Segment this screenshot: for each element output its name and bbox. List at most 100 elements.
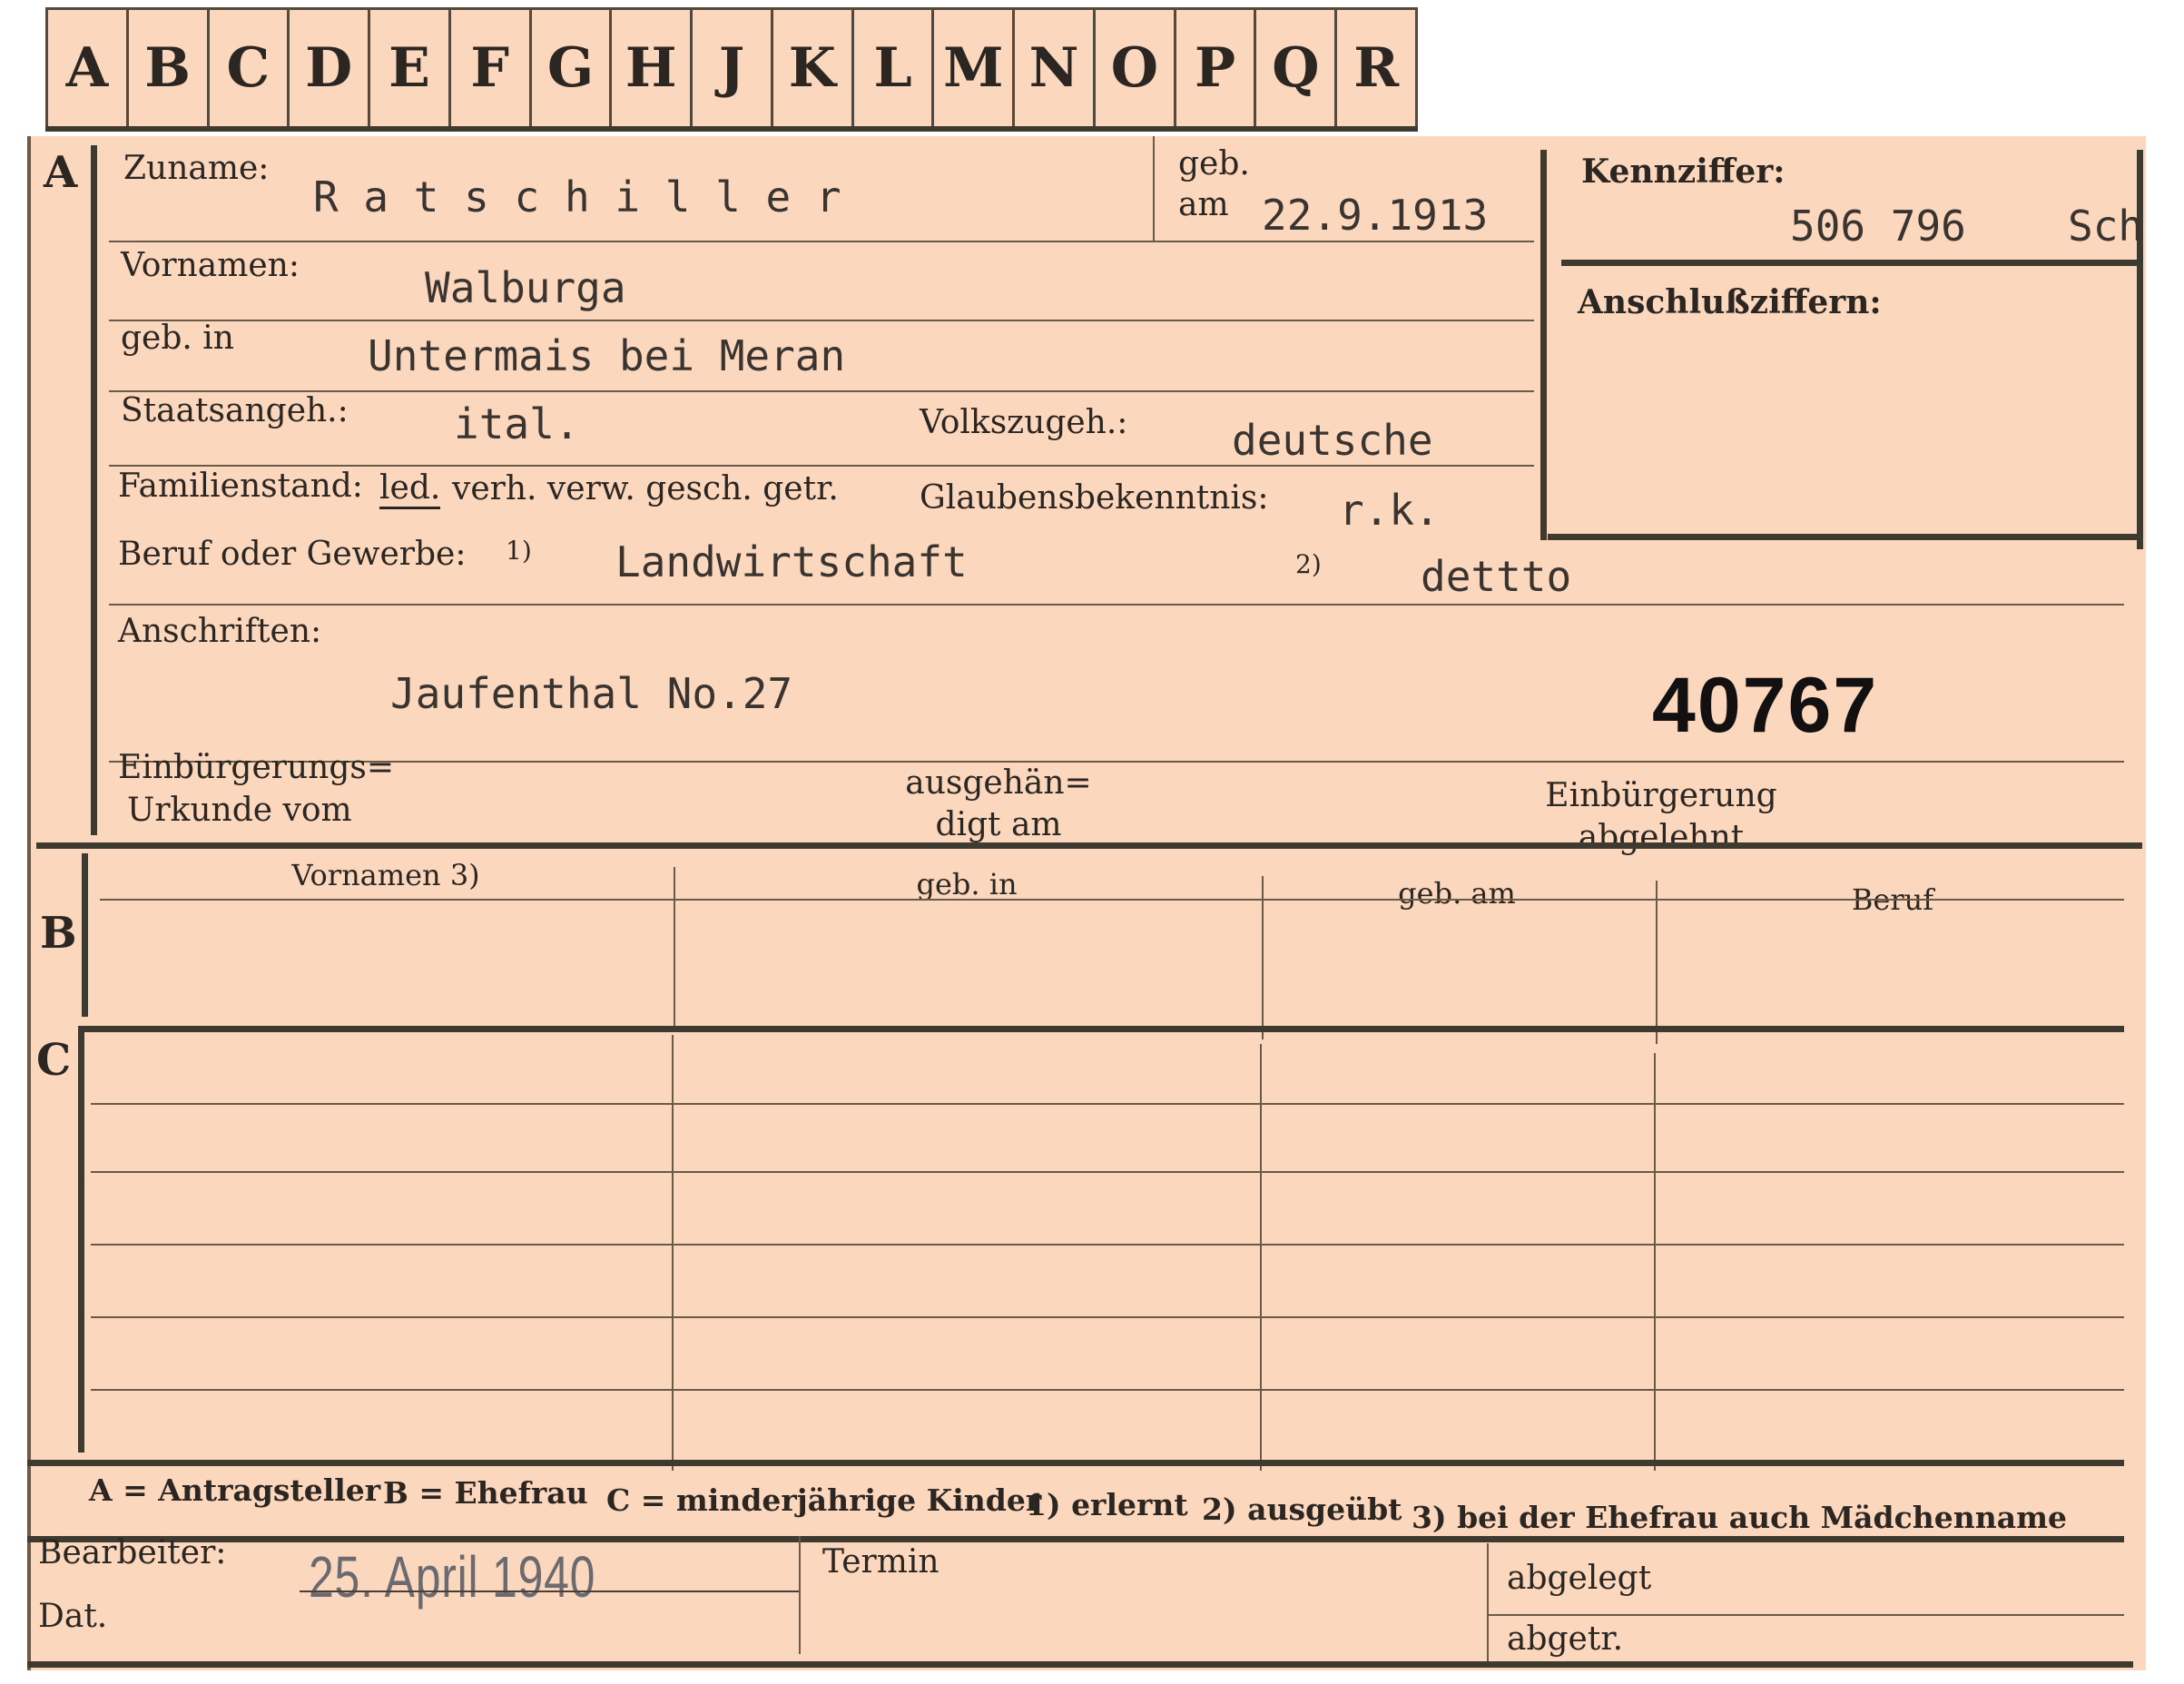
termin-label: Termin: [822, 1543, 940, 1581]
geb-in-label: geb. in: [121, 320, 234, 357]
staatsangeh-label: Staatsangeh.:: [121, 392, 349, 429]
geb-label: geb.: [1178, 145, 1250, 182]
legend-note-2: 2) ausgeübt: [1202, 1492, 1402, 1527]
kennziffer-value: 506 796: [1790, 202, 1966, 251]
section-b-marker: B: [40, 908, 77, 959]
familienstand-label: Familienstand:: [118, 468, 363, 505]
alphabet-tab-m: M: [934, 10, 1016, 126]
rule-section-a-end: [36, 842, 2142, 849]
row-c-3: [91, 1244, 2124, 1246]
date-stamp: 25. April 1940: [309, 1544, 596, 1610]
vornamen-value: Walburga: [425, 263, 626, 312]
rule-kennziffer-bottom: [1548, 534, 2140, 540]
rule-section-b-end: [82, 1026, 2124, 1032]
header-vornamen: Vornamen 3): [291, 858, 480, 892]
row-c-1: [91, 1103, 2124, 1105]
einbuergerung-label-2: Urkunde vom: [127, 792, 352, 829]
zuname-label: Zuname:: [123, 150, 270, 187]
zuname-value: R a t s c h i l l e r: [313, 172, 841, 222]
anschriften-label: Anschriften:: [118, 613, 322, 650]
alphabet-tab-o: O: [1096, 10, 1176, 126]
staatsangeh-value: ital.: [454, 399, 580, 448]
frame-left-b: [82, 853, 88, 1017]
alphabet-tab-c: C: [210, 10, 290, 126]
section-a-marker: A: [44, 147, 78, 198]
section-c-marker: C: [36, 1035, 72, 1086]
legend-note-3: 3) bei der Ehefrau auch Mädchenname: [1412, 1500, 2067, 1535]
ausgehaendigt-label-1: ausgehän=: [905, 764, 1092, 802]
row-c-5: [91, 1389, 2124, 1391]
header-geb-in: geb. in: [916, 867, 1018, 901]
alphabet-tab-q: Q: [1256, 10, 1338, 126]
legend-c: C = minderjährige Kinder: [606, 1482, 1042, 1518]
bearbeiter-label: Bearbeiter:: [38, 1534, 227, 1571]
alphabet-tab-p: P: [1176, 10, 1257, 126]
alphabet-tab-r: R: [1337, 10, 1419, 126]
geb-am-value: 22.9.1913: [1262, 191, 1489, 240]
rule-beruf: [109, 604, 2124, 606]
am-label: am: [1178, 186, 1229, 223]
anschrift-value: Jaufenthal No.27: [390, 669, 793, 718]
abgetr-label: abgetr.: [1507, 1620, 1624, 1658]
alphabet-tab-d: D: [290, 10, 371, 126]
dat-label: Dat.: [38, 1598, 108, 1635]
legend-note-1: 1) erlernt: [1026, 1487, 1188, 1522]
volkszugeh-value: deutsche: [1232, 416, 1433, 465]
rule-card-bottom: [27, 1661, 2133, 1668]
kennziffer-box-left: [1540, 150, 1547, 540]
alphabet-tab-f: F: [451, 10, 532, 126]
col-c-1: [672, 1035, 674, 1471]
abgelehnt-label-2: abgelehnt: [1578, 819, 1745, 856]
aktenzahl-stamp: 40767: [1652, 662, 1879, 749]
alphabet-tab-e: E: [370, 10, 451, 126]
volkszugeh-label: Volkszugeh.:: [920, 404, 1128, 441]
alphabet-tab-a: A: [45, 10, 129, 126]
rule-staatsangeh: [109, 465, 1534, 467]
rule-legend: [27, 1536, 2124, 1542]
kennziffer-suffix: Sch: [2068, 202, 2144, 251]
alphabet-tab-g: G: [532, 10, 613, 126]
col-c-3: [1654, 1053, 1656, 1471]
frame-left-c: [78, 1026, 84, 1453]
rule-anschriften: [109, 761, 2124, 763]
kennziffer-label: Kennziffer:: [1581, 153, 1786, 191]
beruf-note-2: 2): [1295, 549, 1322, 579]
rule-abgelegt: [1489, 1614, 2124, 1616]
einbuergerung-label-1: Einbürgerungs=: [118, 749, 395, 786]
rule-vornamen: [109, 320, 1534, 321]
row-c-4: [91, 1316, 2124, 1318]
alphabet-tab-n: N: [1015, 10, 1096, 126]
frame-left-a: [91, 145, 97, 835]
col-c-2: [1260, 1044, 1262, 1471]
geb-divider: [1153, 136, 1155, 241]
header-geb-am: geb. am: [1398, 876, 1516, 911]
familienstand-led: led.: [379, 470, 441, 509]
alphabet-tab-k: K: [773, 10, 854, 126]
beruf-erlernt-value: Landwirtschaft: [615, 537, 968, 586]
legend-b: B = Ehefrau: [383, 1475, 588, 1511]
vornamen-label: Vornamen:: [121, 247, 300, 284]
col-b-3: [1656, 881, 1658, 1044]
col-b-2: [1262, 876, 1264, 1039]
beruf-label: Beruf oder Gewerbe:: [118, 536, 467, 573]
date-underline: [300, 1590, 799, 1592]
geb-in-value: Untermais bei Meran: [368, 331, 846, 380]
familienstand-options: verh. verw. gesch. getr.: [452, 470, 839, 507]
rule-section-c-end: [27, 1460, 2124, 1466]
legend-a: A = Antragsteller: [89, 1472, 381, 1508]
glaubensbekenntnis-label: Glaubensbekenntnis:: [920, 479, 1269, 517]
alphabet-tab-b: B: [129, 10, 210, 126]
col-b-1: [674, 867, 675, 1026]
abgelegt-label: abgelegt: [1507, 1560, 1652, 1597]
alphabet-tab-l: L: [854, 10, 935, 126]
rule-table-header: [100, 899, 2124, 901]
ausgehaendigt-label-2: digt am: [935, 806, 1062, 843]
beruf-ausgeuebt-value: dettto: [1421, 552, 1572, 601]
glaubensbekenntnis-value: r.k.: [1339, 486, 1440, 535]
beruf-note-1: 1): [506, 536, 532, 566]
footer-col-2: [1487, 1543, 1489, 1666]
rule-kennziffer: [1561, 260, 2139, 266]
row-c-2: [91, 1171, 2124, 1173]
alphabet-tab-h: H: [612, 10, 694, 126]
abgelehnt-label-1: Einbürgerung: [1545, 777, 1777, 814]
